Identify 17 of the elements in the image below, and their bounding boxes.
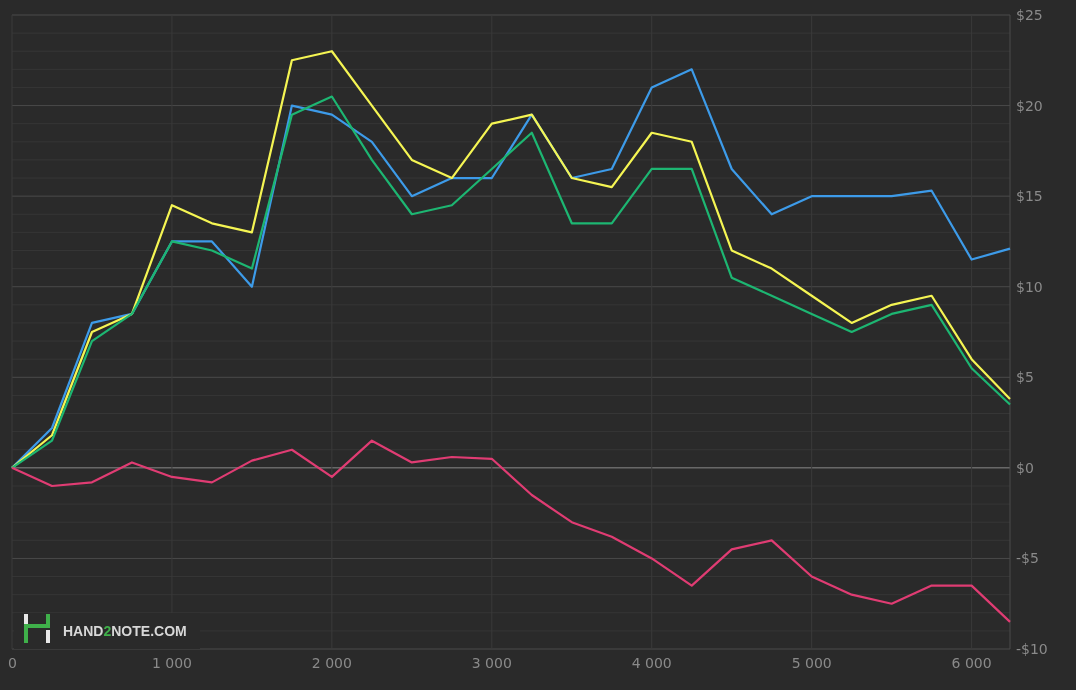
- y-axis-label: $5: [1016, 369, 1034, 386]
- y-axis-label: $10: [1016, 278, 1043, 295]
- x-axis-label: 0: [8, 655, 17, 671]
- y-axis-label: -$5: [1016, 550, 1039, 567]
- y-axis-label: $15: [1016, 188, 1043, 205]
- y-axis-label: $20: [1016, 97, 1043, 114]
- x-axis-label: 3 000: [471, 655, 512, 671]
- logo-icon: [24, 614, 50, 643]
- x-axis-label: 4 000: [631, 655, 672, 671]
- x-axis-label: 2 000: [311, 655, 352, 671]
- y-axis-label: $25: [1016, 7, 1043, 23]
- y-axis-label: -$10: [1016, 641, 1048, 657]
- x-axis-label: 1 000: [151, 655, 192, 671]
- x-axis-label: 5 000: [791, 655, 832, 671]
- logo-text: HAND2NOTE.COM: [63, 623, 187, 639]
- x-axis-label: 6 000: [951, 655, 992, 671]
- y-axis-label: $0: [1016, 459, 1034, 476]
